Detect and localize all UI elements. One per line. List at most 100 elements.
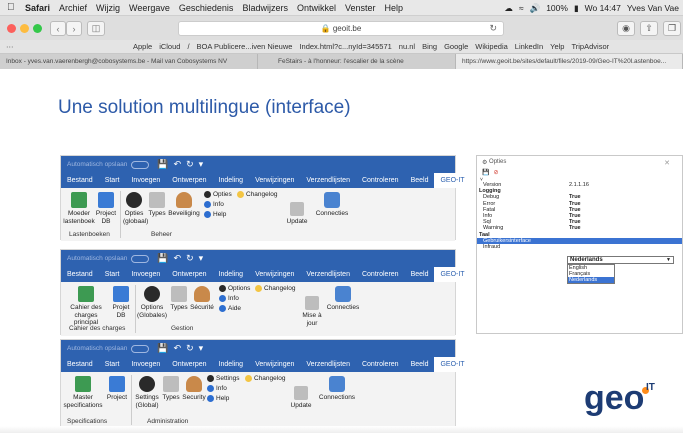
- tab-geo-it[interactable]: GEO-IT: [434, 173, 471, 188]
- customize-icon[interactable]: ▾: [199, 343, 204, 354]
- settings-small-button[interactable]: Settings: [207, 375, 240, 382]
- menu-geschiedenis[interactable]: Geschiedenis: [179, 3, 234, 13]
- autosave-toggle[interactable]: [131, 160, 150, 169]
- menu-bladwijzers[interactable]: Bladwijzers: [242, 3, 288, 13]
- connections-button[interactable]: Connections: [315, 376, 359, 402]
- undo-icon[interactable]: ↶: [174, 253, 182, 264]
- info-button[interactable]: Info: [219, 295, 239, 302]
- tab-geoit[interactable]: https://www.geoit.be/sites/default/files…: [456, 54, 683, 69]
- tab-controleren[interactable]: Controleren: [356, 361, 405, 368]
- projet-db-button[interactable]: Projet DB: [109, 286, 133, 319]
- types-button[interactable]: Types: [169, 286, 189, 312]
- user-name[interactable]: Yves Van Vae: [627, 3, 679, 13]
- project-button[interactable]: Project: [103, 376, 131, 402]
- tab-geo-it[interactable]: GEO-IT: [434, 357, 471, 372]
- menu-venster[interactable]: Venster: [345, 3, 376, 13]
- customize-icon[interactable]: ▾: [199, 253, 204, 264]
- connecties-button[interactable]: Connecties: [311, 192, 353, 218]
- changelog-button[interactable]: Changelog: [255, 285, 295, 292]
- tab-verwijzingen[interactable]: Verwijzingen: [249, 177, 300, 184]
- menu-wijzig[interactable]: Wijzig: [96, 3, 120, 13]
- tab-geo-it[interactable]: GEO-IT: [434, 267, 471, 282]
- info-button[interactable]: Info: [204, 201, 224, 208]
- save-icon[interactable]: 💾: [157, 159, 168, 170]
- tab-indeling[interactable]: Indeling: [213, 177, 250, 184]
- securite-button[interactable]: Sécurité: [189, 286, 215, 312]
- tab-indeling[interactable]: Indeling: [213, 271, 250, 278]
- cahier-principal-button[interactable]: Cahier des charges principal: [63, 286, 109, 327]
- favorite-item[interactable]: Google: [444, 42, 468, 51]
- forward-button[interactable]: ›: [66, 21, 82, 36]
- settings-global-button[interactable]: Settings (Global): [133, 376, 161, 409]
- undo-icon[interactable]: ↶: [174, 343, 182, 354]
- undo-icon[interactable]: ↶: [174, 159, 182, 170]
- property-row[interactable]: Infraud: [477, 244, 682, 250]
- close-icon[interactable]: ✕: [664, 159, 670, 167]
- tab-festairs[interactable]: FeStairs - à l'honneur: l'escalier de la…: [258, 54, 456, 69]
- autosave-toggle[interactable]: [131, 254, 150, 263]
- menu-weergave[interactable]: Weergave: [129, 3, 170, 13]
- taal-select[interactable]: Nederlands ▼: [567, 256, 674, 264]
- tab-verwijzingen[interactable]: Verwijzingen: [249, 361, 300, 368]
- types-button[interactable]: Types: [147, 192, 167, 218]
- tab-beeld[interactable]: Beeld: [405, 361, 435, 368]
- mise-a-jour-button[interactable]: Mise à jour: [301, 296, 323, 327]
- taal-option[interactable]: Nederlands: [568, 277, 614, 283]
- reload-icon[interactable]: ↻: [489, 23, 497, 34]
- help-button[interactable]: Help: [204, 211, 226, 218]
- changelog-button[interactable]: Changelog: [245, 375, 285, 382]
- tab-invoegen[interactable]: Invoegen: [125, 361, 166, 368]
- tab-invoegen[interactable]: Invoegen: [125, 177, 166, 184]
- info-button[interactable]: Info: [207, 385, 227, 392]
- tab-verwijzingen[interactable]: Verwijzingen: [249, 271, 300, 278]
- wifi-icon[interactable]: ≈: [519, 3, 524, 13]
- apple-icon[interactable]: : [7, 2, 19, 13]
- opties-globaal-button[interactable]: Opties (globaal): [123, 192, 148, 225]
- save-icon[interactable]: 💾: [482, 169, 489, 176]
- tab-indeling[interactable]: Indeling: [213, 361, 250, 368]
- minimize-window-button[interactable]: [20, 24, 29, 33]
- tabs-icon[interactable]: ❐: [663, 21, 681, 36]
- zoom-window-button[interactable]: [33, 24, 42, 33]
- changelog-button[interactable]: Changelog: [237, 191, 277, 198]
- save-icon[interactable]: 💾: [157, 343, 168, 354]
- favorite-item[interactable]: Yelp: [550, 42, 564, 51]
- moeder-lastenboek-button[interactable]: Moeder lastenboek: [63, 192, 95, 225]
- update-button[interactable]: Update: [283, 202, 311, 226]
- menu-ontwikkel[interactable]: Ontwikkel: [297, 3, 336, 13]
- types-button[interactable]: Types: [161, 376, 181, 402]
- tab-ontwerpen[interactable]: Ontwerpen: [166, 361, 212, 368]
- share-icon[interactable]: ⇧: [640, 21, 658, 36]
- address-bar[interactable]: 🔒 geoit.be ↻: [178, 21, 504, 36]
- favorite-item[interactable]: TripAdvisor: [571, 42, 609, 51]
- master-specifications-button[interactable]: Master specifications: [63, 376, 103, 409]
- menu-help[interactable]: Help: [385, 3, 404, 13]
- volume-icon[interactable]: 🔊: [530, 3, 541, 14]
- redo-icon[interactable]: ↻: [186, 343, 194, 354]
- battery-icon[interactable]: ▮: [574, 3, 579, 14]
- project-db-button[interactable]: Project DB: [95, 192, 117, 225]
- clock[interactable]: Wo 14:47: [585, 3, 621, 13]
- aide-button[interactable]: Aide: [219, 305, 241, 312]
- favorite-item[interactable]: iCloud: [159, 42, 180, 51]
- tab-start[interactable]: Start: [99, 361, 126, 368]
- tab-start[interactable]: Start: [99, 177, 126, 184]
- options-small-button[interactable]: Options: [219, 285, 250, 292]
- customize-icon[interactable]: ▾: [199, 159, 204, 170]
- tab-beeld[interactable]: Beeld: [405, 177, 435, 184]
- tab-beeld[interactable]: Beeld: [405, 271, 435, 278]
- back-button[interactable]: ‹: [50, 21, 66, 36]
- tab-controleren[interactable]: Controleren: [356, 177, 405, 184]
- shield-icon[interactable]: ◉: [617, 21, 635, 36]
- tab-ontwerpen[interactable]: Ontwerpen: [166, 271, 212, 278]
- menu-archief[interactable]: Archief: [59, 3, 87, 13]
- cancel-icon[interactable]: ⊘: [493, 169, 498, 176]
- chevron-down-icon[interactable]: ▼: [666, 257, 671, 263]
- update-button[interactable]: Update: [287, 386, 315, 410]
- menu-safari[interactable]: Safari: [25, 3, 50, 13]
- tab-bestand[interactable]: Bestand: [61, 271, 99, 278]
- favorite-item[interactable]: Wikipedia: [475, 42, 508, 51]
- redo-icon[interactable]: ↻: [186, 159, 194, 170]
- favorite-item[interactable]: nu.nl: [399, 42, 415, 51]
- connecties-button[interactable]: Connecties: [323, 286, 363, 312]
